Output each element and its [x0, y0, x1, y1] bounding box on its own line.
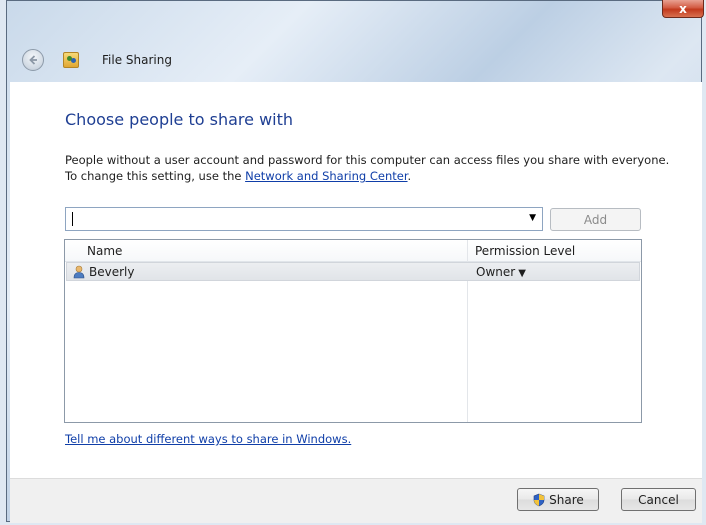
chevron-down-icon: ▼ [518, 268, 526, 279]
content-panel: Choose people to share with People witho… [10, 82, 702, 478]
list-item[interactable]: Beverly Owner ▼ [66, 262, 640, 281]
close-icon: x [679, 1, 687, 16]
share-button[interactable]: Share [517, 488, 599, 511]
user-name-input[interactable] [69, 210, 509, 228]
cancel-button[interactable]: Cancel [621, 488, 696, 511]
add-button[interactable]: Add [550, 208, 641, 231]
file-sharing-icon [63, 52, 79, 68]
share-button-label: Share [549, 492, 584, 507]
sharing-list: Name Permission Level Beverly Owner ▼ [64, 239, 642, 423]
description: People without a user account and passwo… [65, 152, 695, 184]
uac-shield-icon [533, 493, 545, 506]
page-heading: Choose people to share with [65, 110, 294, 129]
dropdown-arrow-icon[interactable]: ▼ [529, 213, 536, 223]
description-prefix: To change this setting, use the [65, 169, 246, 183]
permission-dropdown[interactable]: Owner ▼ [476, 265, 526, 279]
description-line-1: People without a user account and passwo… [65, 153, 670, 167]
column-header-name[interactable]: Name [87, 244, 122, 258]
user-name: Beverly [89, 265, 135, 279]
back-arrow-icon [29, 55, 37, 65]
user-icon [73, 265, 85, 279]
list-header: Name Permission Level [65, 240, 641, 262]
network-sharing-center-link[interactable]: Network and Sharing Center [245, 169, 407, 183]
help-link[interactable]: Tell me about different ways to share in… [65, 432, 351, 446]
text-caret [72, 212, 73, 226]
back-button[interactable] [22, 49, 44, 71]
description-line-2: To change this setting, use the Network … [65, 168, 695, 184]
window-title: File Sharing [102, 53, 172, 67]
dialog-footer: Share Cancel [10, 478, 702, 523]
close-button[interactable]: x [662, 0, 704, 18]
user-name-combobox[interactable]: ▼ [65, 207, 543, 231]
permission-value: Owner [476, 265, 516, 279]
description-suffix: . [407, 169, 412, 183]
column-header-permission[interactable]: Permission Level [475, 244, 575, 258]
